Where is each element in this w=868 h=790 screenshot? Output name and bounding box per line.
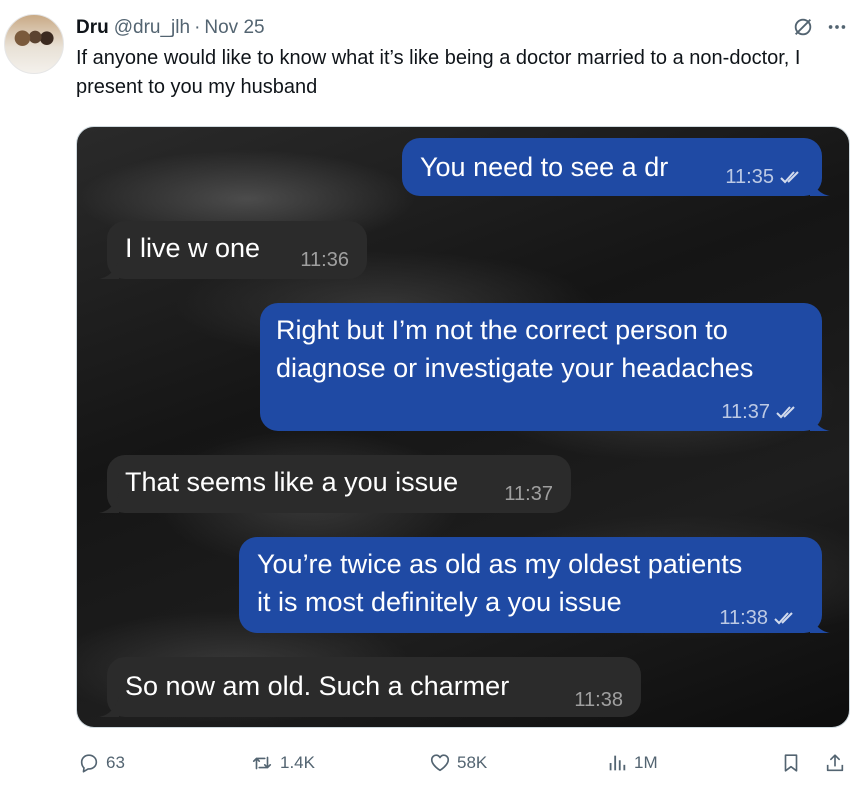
message-meta: 11:35: [725, 158, 802, 196]
reply-count: 63: [106, 753, 125, 772]
bubble-tail: [99, 697, 119, 717]
tweet-text: If anyone would like to know what it’s l…: [76, 47, 801, 98]
tweet-date[interactable]: Nov 25: [204, 17, 264, 39]
message-text: I live w one: [125, 233, 261, 263]
message-bubble-outgoing: You need to see a dr 11:35: [402, 138, 830, 196]
message-bubble-incoming: I live w one 11:36: [99, 221, 367, 279]
like-count: 58K: [457, 753, 488, 772]
separator-dot: ·: [194, 17, 201, 38]
message-time: 11:36: [300, 249, 349, 271]
message-bubble-outgoing: Right but I’m not the correct person to …: [260, 303, 830, 431]
message-time: 11:37: [504, 483, 553, 505]
message-text: Right but I’m not the correct person to …: [276, 315, 754, 383]
grok-icon[interactable]: [792, 16, 814, 38]
top-right-icons: [792, 16, 848, 38]
display-name[interactable]: Dru: [76, 17, 109, 39]
message-text: You’re twice as old as my oldest patient…: [257, 549, 743, 617]
share-button[interactable]: [824, 748, 846, 778]
repost-button[interactable]: 1.4K: [250, 748, 315, 778]
message-bubble-incoming: That seems like a you issue 11:37: [99, 455, 571, 513]
bubble-tail: [810, 613, 830, 633]
message-meta: 11:38: [719, 599, 796, 637]
views-count: 1M: [634, 753, 658, 772]
reply-button[interactable]: 63: [78, 748, 125, 778]
double-check-icon: [776, 406, 795, 419]
message-meta: 11:37: [504, 475, 553, 513]
user-handle[interactable]: @dru_jlh: [114, 17, 190, 39]
tweet-media-screenshot[interactable]: You need to see a dr 11:35 I live w one …: [76, 126, 850, 728]
views-button[interactable]: 1M: [606, 748, 658, 778]
message-meta: 11:36: [300, 241, 349, 279]
message-meta: 11:38: [574, 681, 623, 719]
heart-icon: [430, 754, 450, 772]
reply-icon: [80, 754, 98, 773]
double-check-icon: [774, 612, 793, 625]
message-time: 11:38: [574, 689, 623, 711]
message-text: You need to see a dr: [420, 152, 669, 182]
message-time: 11:37: [721, 401, 770, 423]
share-icon: [826, 754, 844, 772]
bubble-tail: [810, 411, 830, 431]
repost-icon: [252, 756, 272, 770]
bubble-tail: [99, 493, 119, 513]
message-bubble-incoming: So now am old. Such a charmer 11:38: [99, 657, 641, 719]
bookmark-icon: [784, 754, 798, 772]
message-bubble-outgoing: You’re twice as old as my oldest patient…: [239, 537, 830, 633]
bubble-tail: [99, 259, 119, 279]
message-text: So now am old. Such a charmer: [125, 671, 510, 701]
message-meta: 11:37: [721, 393, 798, 431]
avatar[interactable]: [4, 14, 64, 74]
bubble-tail: [810, 176, 830, 196]
tweet-actions: 63 1.4K 58K 1M: [76, 748, 850, 778]
bookmark-button[interactable]: [780, 748, 802, 778]
like-button[interactable]: 58K: [429, 748, 487, 778]
tweet-header: Dru @dru_jlh · Nov 25: [76, 16, 265, 40]
message-text: That seems like a you issue: [125, 467, 459, 497]
double-check-icon: [780, 171, 799, 184]
repost-count: 1.4K: [280, 753, 315, 772]
more-options-icon[interactable]: [826, 16, 848, 38]
views-chart-icon: [609, 755, 626, 771]
message-time: 11:35: [725, 166, 774, 188]
message-time: 11:38: [719, 607, 768, 629]
